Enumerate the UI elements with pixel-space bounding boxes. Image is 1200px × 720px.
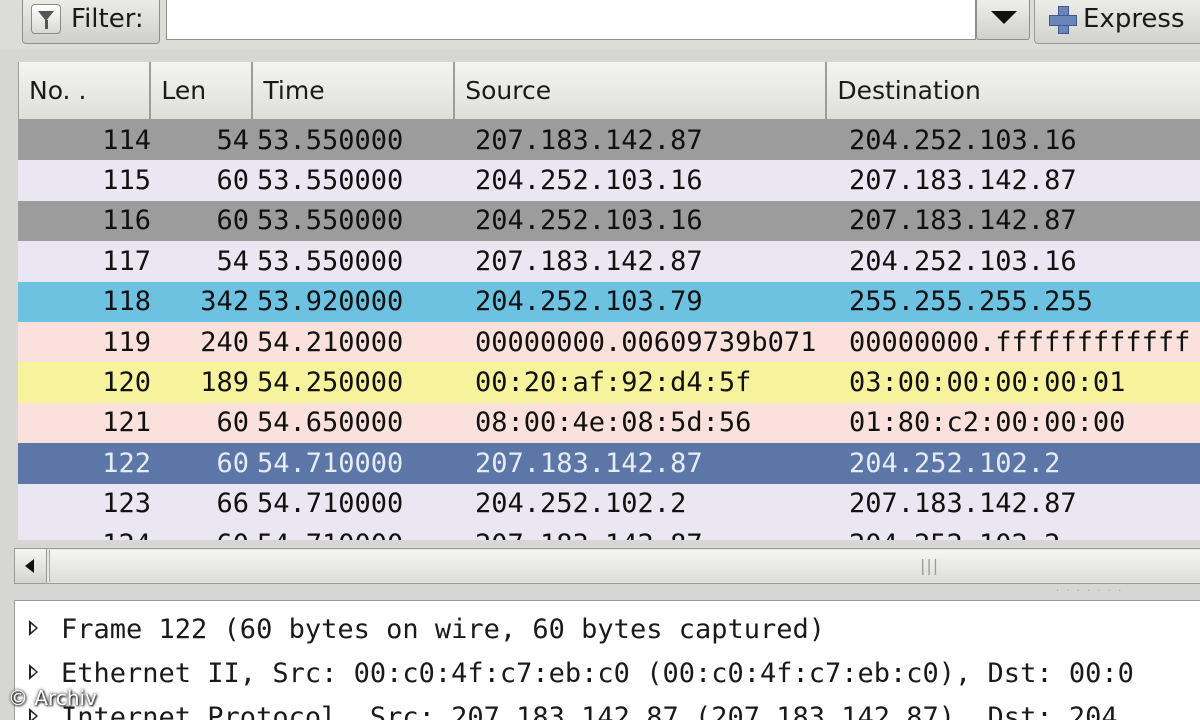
expression-button[interactable]: Express <box>1034 0 1200 44</box>
cell-no: 124 <box>18 529 153 540</box>
tree-item-ip[interactable]: Internet Protocol, Src: 207.183.142.87 (… <box>15 695 1118 720</box>
cell-source: 207.183.142.87 <box>475 124 703 156</box>
scroll-left-arrow-icon[interactable] <box>15 549 47 583</box>
table-row[interactable]: 121 60 54.650000 08:00:4e:08:5d:56 01:80:c2:… <box>18 402 1200 444</box>
column-header-no[interactable]: No. . <box>18 62 151 120</box>
cell-no: 122 <box>102 447 151 479</box>
cell-destination: 00000000.ffffffffffff <box>849 326 1191 358</box>
scrollbar-thumb[interactable]: ||| <box>49 550 1200 582</box>
cell-source: 207.183.142.87 <box>475 245 703 277</box>
cell-time: 53.550000 <box>257 165 404 197</box>
cell-destination: 204.252.102.2 <box>835 529 1200 540</box>
cell-len: 60 <box>216 205 249 237</box>
cell-source: 00000000.00609739b071 <box>475 326 817 358</box>
cell-destination: 207.183.142.87 <box>849 205 1077 237</box>
cell-time: 54.210000 <box>257 326 404 358</box>
filter-input[interactable] <box>166 0 976 40</box>
cell-time: 54.710000 <box>257 488 404 520</box>
column-header-time[interactable]: Time <box>252 62 455 120</box>
cell-len: 60 <box>153 529 253 540</box>
cell-no: 117 <box>102 245 151 277</box>
packet-rows: 114 54 53.550000 207.183.142.87 204.252.103.… <box>18 120 1200 540</box>
tree-item-label: Ethernet II, Src: 00:c0:4f:c7:eb:c0 (00:… <box>61 657 1134 689</box>
table-row[interactable]: 120 189 54.250000 00:20:af:92:d4:5f 03:00:00… <box>18 362 1200 403</box>
cell-destination: 01:80:c2:00:00:00 <box>849 407 1126 439</box>
cell-source: 204.252.102.2 <box>475 488 687 520</box>
cell-time: 53.550000 <box>257 124 404 156</box>
pane-splitter[interactable]: · · · · · · · <box>0 586 1200 600</box>
table-row[interactable]: 117 54 53.550000 207.183.142.87 204.252.103.… <box>18 241 1200 282</box>
cell-len: 60 <box>216 165 249 197</box>
tree-item-ethernet[interactable]: Ethernet II, Src: 00:c0:4f:c7:eb:c0 (00:… <box>15 651 1134 695</box>
table-row[interactable]: 118 342 53.920000 204.252.103.79 255.255.255… <box>18 281 1200 322</box>
tree-item-label: Frame 122 (60 bytes on wire, 60 bytes ca… <box>61 613 826 645</box>
cell-len: 54 <box>216 124 249 156</box>
filter-dropdown-button[interactable] <box>976 0 1030 40</box>
table-row[interactable]: 115 60 53.550000 204.252.103.16 207.183.142.… <box>18 160 1200 201</box>
cell-no: 116 <box>102 205 151 237</box>
cell-time: 54.710000 <box>257 447 404 479</box>
cell-len: 342 <box>200 286 249 318</box>
filter-button[interactable]: Filter: <box>22 0 160 44</box>
cell-len: 60 <box>216 447 249 479</box>
cell-source: 207.183.142.87 <box>475 447 703 479</box>
cell-destination: 204.252.102.2 <box>849 447 1061 479</box>
cell-len: 240 <box>200 326 249 358</box>
tree-item-label: Internet Protocol, Src: 207.183.142.87 (… <box>61 701 1118 720</box>
cell-no: 121 <box>102 407 151 439</box>
cell-time: 54.710000 <box>253 529 457 540</box>
cell-source: 204.252.103.16 <box>475 165 703 197</box>
scrollbar-grip: ||| <box>920 556 940 575</box>
filter-label: Filter: <box>71 4 144 34</box>
cell-no: 114 <box>102 124 151 156</box>
table-row[interactable]: 119 240 54.210000 00000000.00609739b071 0000… <box>18 321 1200 363</box>
cell-time: 53.920000 <box>257 286 404 318</box>
cell-destination: 204.252.103.16 <box>849 245 1077 277</box>
cell-destination: 207.183.142.87 <box>849 488 1077 520</box>
column-header-destination[interactable]: Destination <box>826 62 1200 120</box>
packet-list: No. . Len Time Source Destination 114 54 5… <box>18 62 1200 540</box>
cell-no: 115 <box>102 165 151 197</box>
cell-destination: 03:00:00:00:00:01 <box>849 367 1126 399</box>
cell-time: 53.550000 <box>257 245 404 277</box>
archive-watermark: © Archiv <box>8 686 97 710</box>
splitter-grip-icon: · · · · · · · <box>1056 586 1124 597</box>
column-header-source[interactable]: Source <box>454 62 827 120</box>
table-row[interactable]: 122 60 54.710000 207.183.142.87 204.252.102.… <box>18 443 1200 484</box>
cell-source: 00:20:af:92:d4:5f <box>475 367 752 399</box>
expand-arrow-icon[interactable] <box>15 607 61 651</box>
cell-len: 60 <box>216 407 249 439</box>
cell-len: 66 <box>216 488 249 520</box>
cell-source: 204.252.103.79 <box>475 286 703 318</box>
filter-icon <box>31 4 61 34</box>
cell-no: 120 <box>102 367 151 399</box>
expression-label: Express <box>1083 4 1185 34</box>
cell-destination: 207.183.142.87 <box>849 165 1077 197</box>
cell-time: 54.650000 <box>257 407 404 439</box>
cell-no: 123 <box>102 488 151 520</box>
cell-source: 204.252.103.16 <box>475 205 703 237</box>
column-header-len[interactable]: Len <box>150 62 253 120</box>
filter-toolbar: Filter: Express <box>0 0 1200 50</box>
cell-len: 189 <box>200 367 249 399</box>
cell-destination: 255.255.255.255 <box>849 286 1093 318</box>
table-row[interactable]: 123 66 54.710000 204.252.102.2 207.183.142.8… <box>18 483 1200 524</box>
table-row[interactable]: 116 60 53.550000 204.252.103.16 207.183.142.… <box>18 200 1200 242</box>
plus-icon <box>1047 4 1077 34</box>
column-header-row: No. . Len Time Source Destination <box>18 62 1200 120</box>
tree-item-frame[interactable]: Frame 122 (60 bytes on wire, 60 bytes ca… <box>15 607 825 651</box>
cell-source: 08:00:4e:08:5d:56 <box>475 407 752 439</box>
table-row[interactable]: 1246054.710000207.183.142.87204.252.102.… <box>18 523 1200 540</box>
packet-details-pane: Frame 122 (60 bytes on wire, 60 bytes ca… <box>14 600 1200 720</box>
cell-time: 53.550000 <box>257 205 404 237</box>
table-row[interactable]: 114 54 53.550000 207.183.142.87 204.252.103.… <box>18 120 1200 161</box>
cell-no: 119 <box>102 326 151 358</box>
cell-destination: 204.252.103.16 <box>849 124 1077 156</box>
cell-len: 54 <box>216 245 249 277</box>
cell-time: 54.250000 <box>257 367 404 399</box>
horizontal-scrollbar[interactable]: ||| <box>14 548 1200 584</box>
cell-source: 207.183.142.87 <box>457 529 835 540</box>
cell-no: 118 <box>102 286 151 318</box>
